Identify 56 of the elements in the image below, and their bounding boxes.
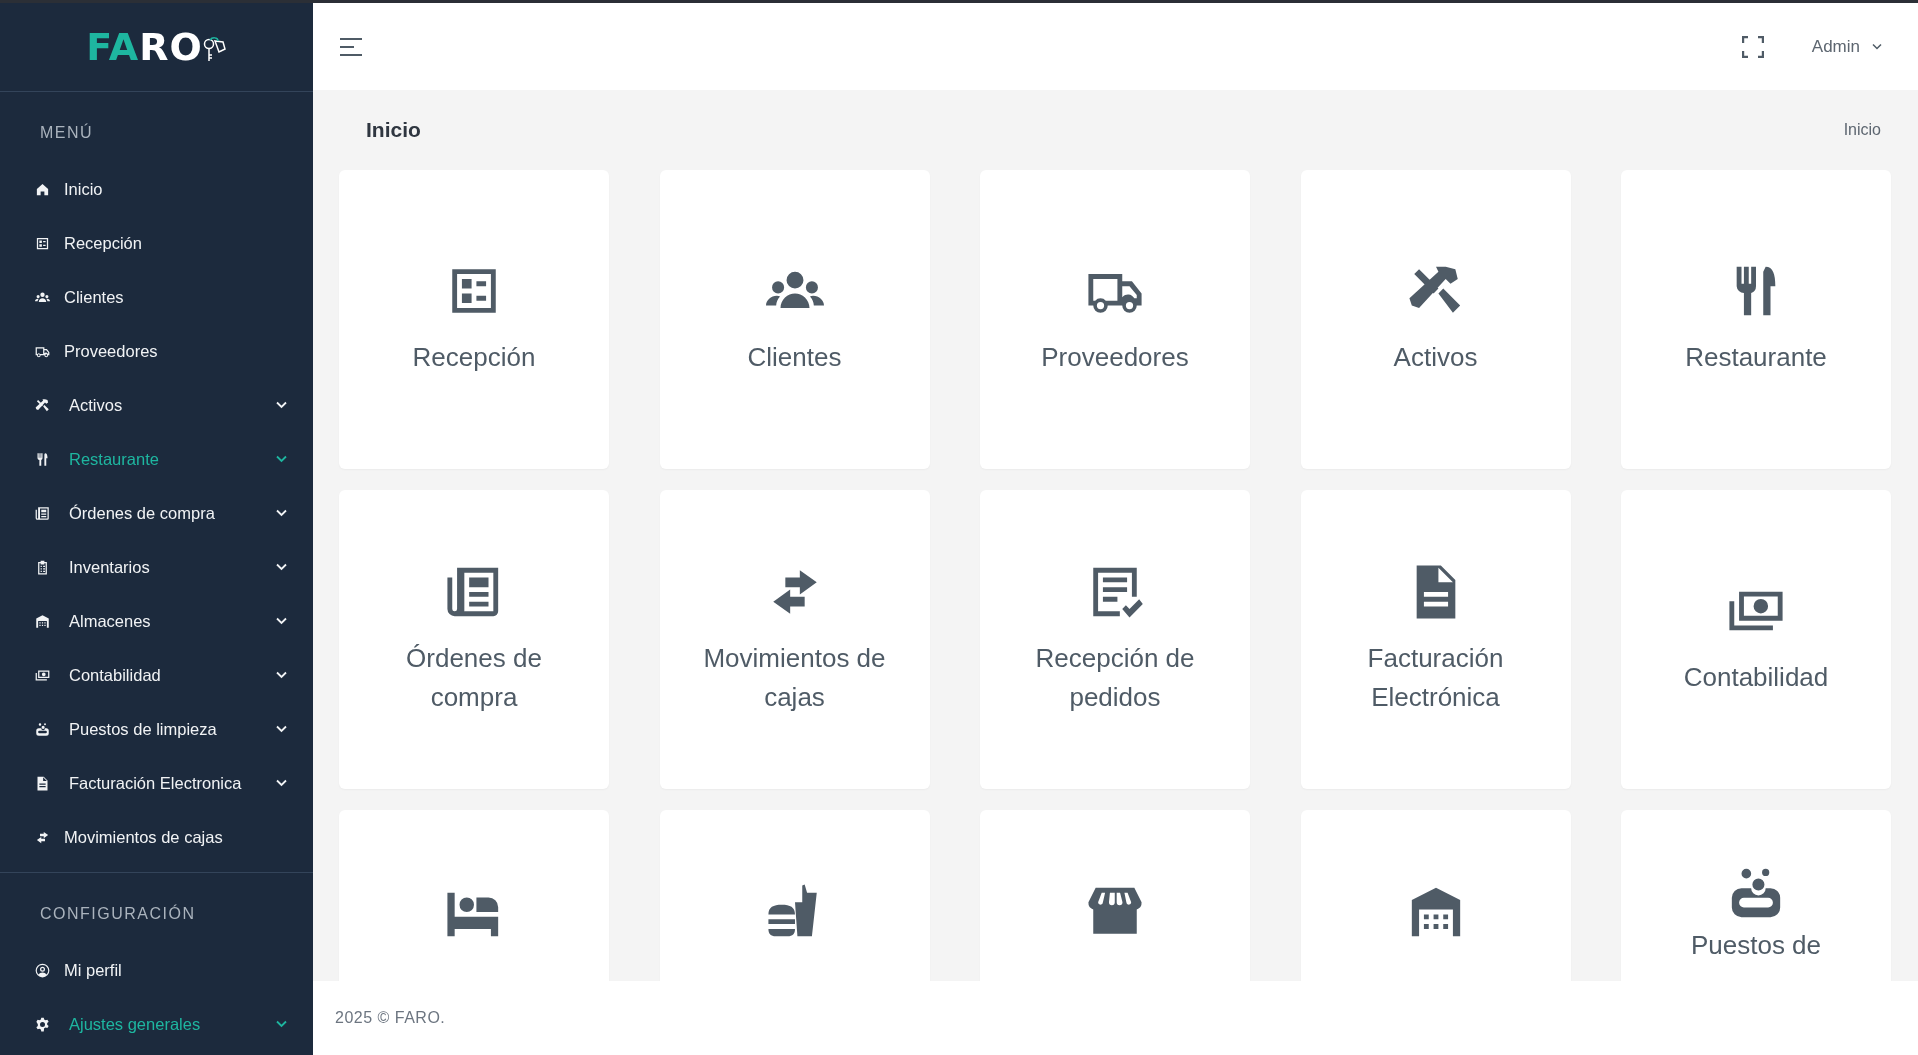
soap-icon	[35, 721, 50, 737]
module-card[interactable]: Facturación Electrónica	[1300, 490, 1571, 789]
newspaper-icon	[35, 505, 50, 521]
module-card[interactable]: Recepción de pedidos	[980, 490, 1250, 789]
chevron-down-icon	[276, 779, 287, 787]
sidebar-item[interactable]: Ajustes generales	[0, 997, 313, 1051]
footer-text: 2025 © FARO.	[335, 1009, 446, 1027]
module-card[interactable]: Restaurante	[1621, 170, 1891, 469]
module-card[interactable]: Proveedores	[980, 170, 1250, 469]
gear-icon	[35, 1016, 50, 1032]
module-card[interactable]: Órdenes de compra	[339, 490, 609, 789]
fork-knife-icon	[35, 451, 50, 467]
chevron-down-icon	[276, 617, 287, 625]
clipboard-icon	[35, 559, 50, 575]
menu-section-title: CONFIGURACIÓN	[39, 903, 197, 924]
user-menu[interactable]: Admin	[1805, 35, 1888, 58]
sidebar-item[interactable]: Órdenes de compra	[0, 486, 313, 540]
module-card[interactable]: Movimientos de cajas	[659, 490, 930, 789]
menu-section-title: MENÚ	[39, 122, 95, 143]
list-box-icon	[35, 235, 50, 251]
chevron-down-icon	[276, 671, 287, 679]
fullscreen-icon	[1741, 35, 1764, 58]
sidebar-item[interactable]: Mi perfil	[0, 943, 313, 997]
breadcrumb[interactable]: Inicio	[1843, 121, 1881, 139]
swap-arrows-icon	[35, 829, 50, 845]
module-card[interactable]: Puestos de	[1621, 810, 1891, 981]
module-card[interactable]: Clientes	[659, 170, 930, 469]
module-card[interactable]: Recepción	[339, 170, 609, 469]
caret-icon	[1872, 43, 1882, 50]
menu-icon	[339, 36, 363, 57]
crossed-tools-icon	[35, 397, 50, 413]
sidebar-item[interactable]: Inicio	[0, 162, 313, 216]
sidebar-item[interactable]: Restaurante	[0, 432, 313, 486]
module-card[interactable]: Contabilidad	[1621, 490, 1891, 789]
sidebar-item[interactable]: Activos	[0, 378, 313, 432]
sidebar-item[interactable]: Clientes	[0, 270, 313, 324]
home-icon	[35, 181, 50, 197]
document-icon	[35, 775, 50, 791]
sidebar-item[interactable]: Inventarios	[0, 540, 313, 594]
chevron-down-icon	[276, 1020, 287, 1028]
chevron-down-icon	[276, 725, 287, 733]
chevron-down-icon	[276, 509, 287, 517]
chevron-down-icon	[276, 563, 287, 571]
chevron-down-icon	[276, 401, 287, 409]
sidebar-item[interactable]: Proveedores	[0, 324, 313, 378]
chevron-down-icon	[276, 455, 287, 463]
module-card[interactable]: Activos	[1300, 170, 1571, 469]
sidebar-item[interactable]: Facturación Electronica	[0, 756, 313, 810]
logo[interactable]: FARO	[86, 25, 227, 69]
sidebar-item[interactable]: Contabilidad	[0, 648, 313, 702]
sidebar-item[interactable]: Movimientos de cajas	[0, 810, 313, 864]
page-title: Inicio	[366, 118, 421, 142]
sidebar-item[interactable]: Puestos de limpieza	[0, 702, 313, 756]
sidebar-item[interactable]: Almacenes	[0, 594, 313, 648]
warehouse-icon	[35, 613, 50, 629]
sidebar-item[interactable]: Recepción	[0, 216, 313, 270]
